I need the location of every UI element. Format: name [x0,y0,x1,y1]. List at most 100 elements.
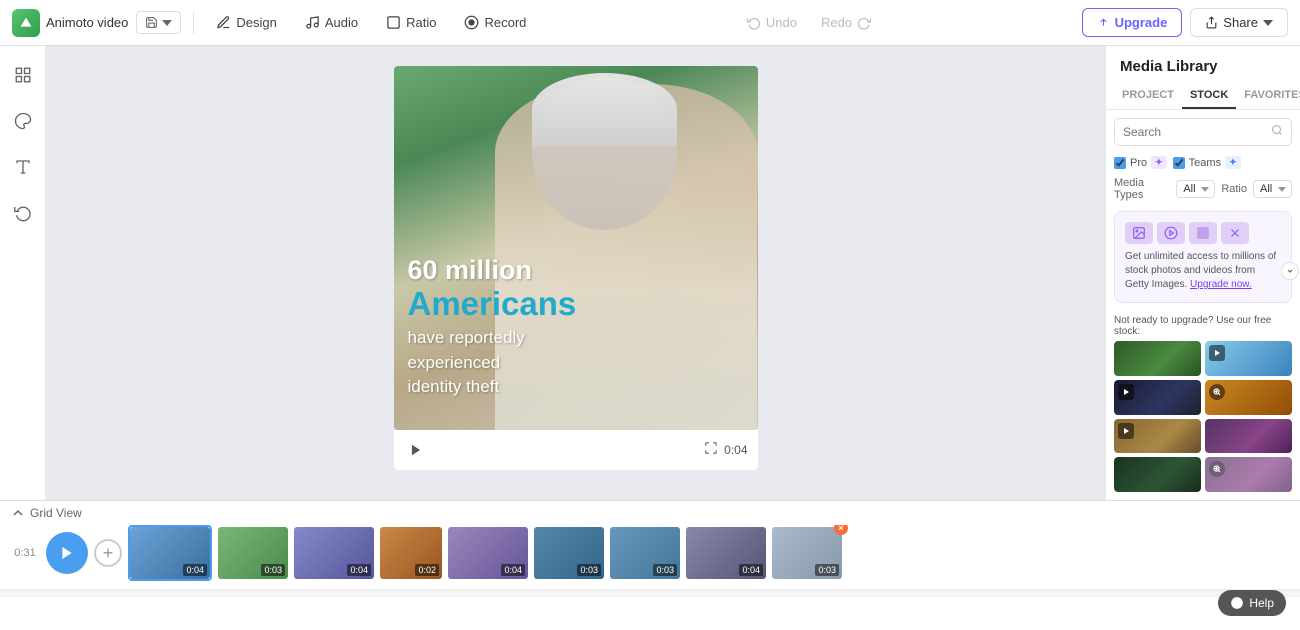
upgrade-link[interactable]: Upgrade now. [1190,279,1252,290]
search-input[interactable] [1123,125,1271,139]
share-button[interactable]: Share [1190,8,1288,37]
clip-4-duration: 0:02 [415,564,439,576]
timeline-play-button[interactable] [46,532,88,574]
upgrade-icon-1 [1125,222,1153,244]
topbar-right: Upgrade Share [1082,8,1288,37]
design-button[interactable]: Design [206,10,286,35]
stock-thumb-7 [1114,457,1201,492]
stock-thumb-4 [1205,380,1292,415]
teams-badge: ✦ [1225,156,1241,169]
ratio-button[interactable]: Ratio [376,10,446,35]
clip-3[interactable]: 0:04 [294,527,374,579]
stock-item-4[interactable] [1205,380,1292,415]
upgrade-icons [1125,222,1281,244]
project-name: Animoto video [46,15,128,30]
stock-item-7[interactable] [1114,457,1201,492]
teams-filter[interactable]: Teams ✦ [1173,156,1241,169]
stock-grid [1106,341,1300,500]
video-text-line1: 60 million [408,255,744,286]
stock-item-5[interactable] [1114,419,1201,454]
search-icon [1271,123,1283,141]
media-library-title: Media Library [1106,46,1300,75]
clip-4[interactable]: 0:02 [380,527,442,579]
pro-checkbox[interactable] [1114,157,1126,169]
color-tool-button[interactable] [6,104,40,138]
stock-thumb-1 [1114,341,1201,376]
grid-tool-button[interactable] [6,58,40,92]
clip-9[interactable]: 0:03 × [772,527,842,579]
timeline-counter: 0:31 [10,547,40,559]
rotate-tool-button[interactable] [6,196,40,230]
stock-item-8[interactable] [1205,457,1292,492]
stock-play-icon-3 [1118,384,1134,400]
stock-zoom-icon-4 [1209,384,1225,400]
help-label: Help [1249,596,1274,610]
person-hair [532,73,678,146]
stock-play-icon-2 [1209,345,1225,361]
ratio-select[interactable]: All [1253,180,1292,198]
clip-7[interactable]: 0:03 [610,527,680,579]
canvas-area: 60 million Americans have reportedlyexpe… [46,46,1105,500]
stock-item-1[interactable] [1114,341,1201,376]
text-overlay: 60 million Americans have reportedlyexpe… [394,255,758,400]
teams-checkbox[interactable] [1173,157,1185,169]
stock-item-3[interactable] [1114,380,1201,415]
media-types-label: Media Types [1114,177,1170,201]
upgrade-icon-2 [1157,222,1185,244]
time-display: 0:04 [724,443,747,457]
tab-favorites[interactable]: FAVORITES [1236,83,1300,109]
grid-view-label[interactable]: Grid View [30,506,82,520]
media-library-panel: Media Library PROJECT STOCK FAVORITES Pr… [1105,46,1300,500]
fullscreen-icon[interactable] [704,441,718,460]
upgrade-icon-3 [1189,222,1217,244]
help-button[interactable]: Help [1218,590,1286,616]
audio-button[interactable]: Audio [295,10,368,35]
record-button[interactable]: Record [454,10,536,35]
pro-filter[interactable]: Pro ✦ [1114,156,1167,169]
upgrade-card-text: Get unlimited access to millions of stoc… [1125,250,1281,292]
redo-button[interactable]: Redo [811,10,881,35]
tab-stock[interactable]: STOCK [1182,83,1236,109]
text-tool-button[interactable] [6,150,40,184]
video-text-line2: Americans [408,286,744,322]
stock-thumb-2 [1205,341,1292,376]
stock-thumb-3 [1114,380,1201,415]
clip-2[interactable]: 0:03 [218,527,288,579]
pro-label: Pro [1130,157,1147,169]
tab-project[interactable]: PROJECT [1114,83,1182,109]
stock-thumb-5 [1114,419,1201,454]
clip-8[interactable]: 0:04 [686,527,766,579]
save-button[interactable] [136,11,181,34]
timeline-panel: Grid View 0:31 + 0:04 0:03 0:04 0:02 [0,500,1300,630]
add-clip-button[interactable]: + [94,539,122,567]
stock-thumb-8 [1205,457,1292,492]
video-frame: 60 million Americans have reportedlyexpe… [394,66,758,430]
clip-8-duration: 0:04 [739,564,763,576]
undo-label: Undo [766,15,797,30]
timeline-header: Grid View [0,501,1300,525]
timeline-content: 0:31 + 0:04 0:03 0:04 0:02 0:04 [0,525,1300,589]
clip-9-delete-badge[interactable]: × [834,525,848,535]
topbar-center: Undo Redo [544,10,1073,35]
play-control-button[interactable] [404,438,428,462]
collapse-arrow-button[interactable] [1281,262,1299,280]
main-content: 60 million Americans have reportedlyexpe… [0,46,1300,500]
upgrade-icon-4 [1221,222,1249,244]
logo[interactable]: Animoto video [12,9,128,37]
stock-item-2[interactable] [1205,341,1292,376]
clip-1[interactable]: 0:04 [128,525,212,581]
clip-5-duration: 0:04 [501,564,525,576]
undo-button[interactable]: Undo [737,10,807,35]
stock-play-icon-5 [1118,423,1134,439]
clip-6[interactable]: 0:03 [534,527,604,579]
clip-5[interactable]: 0:04 [448,527,528,579]
not-ready-text: Not ready to upgrade? Use our free stock… [1106,309,1300,341]
video-controls: 0:04 [394,430,758,470]
upgrade-button[interactable]: Upgrade [1082,8,1183,37]
timeline-scrollbar[interactable] [0,589,1300,597]
stock-item-6[interactable] [1205,419,1292,454]
clip-7-duration: 0:03 [653,564,677,576]
media-type-select[interactable]: All [1176,180,1215,198]
media-filters-row: Pro ✦ Teams ✦ [1106,152,1300,173]
upgrade-card: Get unlimited access to millions of stoc… [1114,211,1292,303]
